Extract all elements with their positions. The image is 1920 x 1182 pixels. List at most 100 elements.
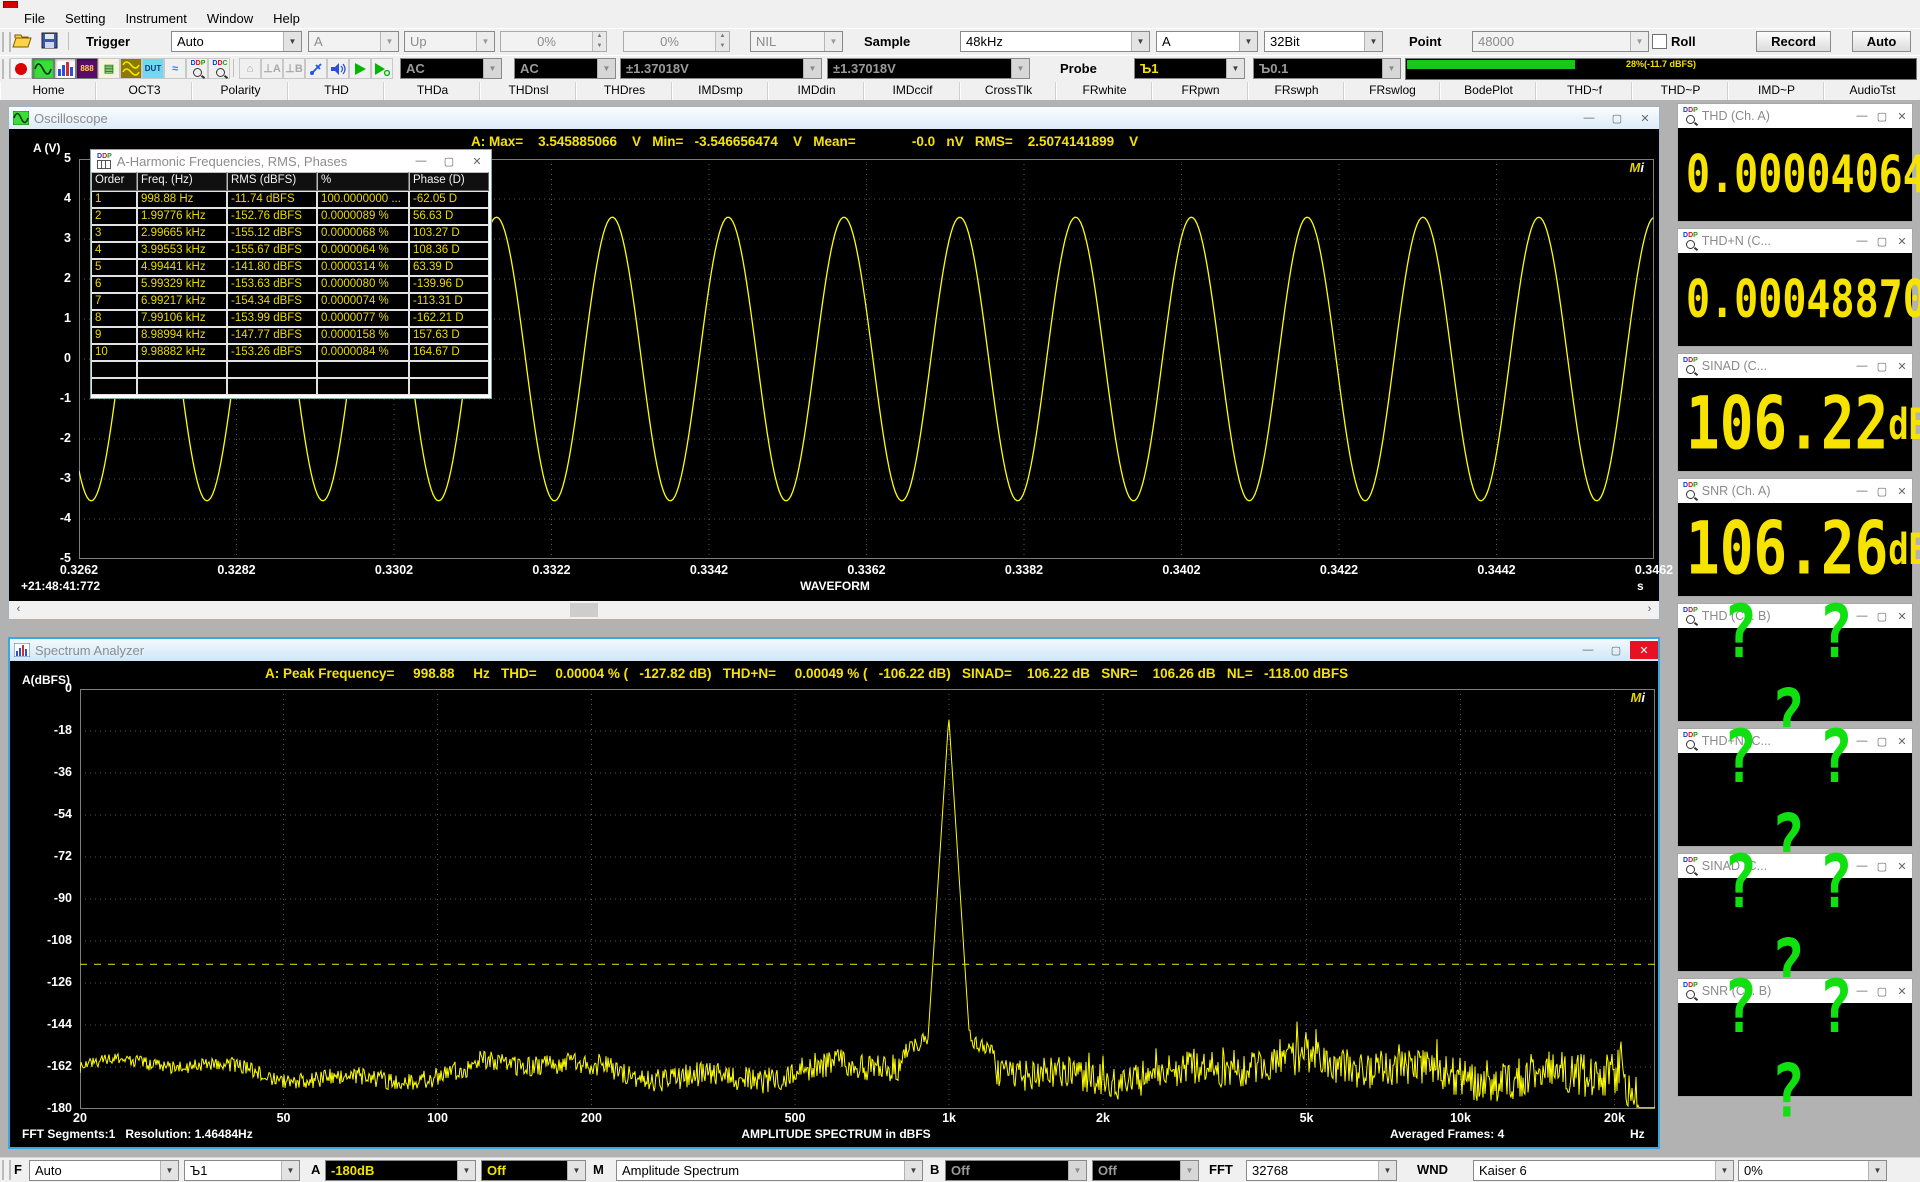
tab-thd-p[interactable]: THD~P bbox=[1632, 82, 1728, 100]
auto-button[interactable]: Auto bbox=[1852, 31, 1911, 52]
maximize-icon[interactable]: ▢ bbox=[1872, 107, 1892, 125]
column-header[interactable]: Order bbox=[91, 172, 137, 191]
close-icon[interactable]: ✕ bbox=[1631, 109, 1659, 127]
table-row[interactable]: 32.99665 kHz-155.12 dBFS0.0000068 %103.2… bbox=[91, 225, 491, 242]
trigger-edge-select[interactable]: Up▼ bbox=[404, 31, 495, 52]
tab-thd-f[interactable]: THD~f bbox=[1536, 82, 1632, 100]
harmonic-titlebar[interactable]: DDP A-Harmonic Frequencies, RMS, Phases … bbox=[91, 150, 491, 172]
tab-thdres[interactable]: THDres bbox=[576, 82, 672, 100]
overlap-select[interactable]: 0%▼ bbox=[1738, 1160, 1887, 1181]
b-mode-select[interactable]: Off▼ bbox=[1092, 1160, 1199, 1181]
probe-calibration-icon[interactable] bbox=[305, 58, 327, 79]
table-row[interactable]: 21.99776 kHz-152.76 dBFS0.0000089 %56.63… bbox=[91, 208, 491, 225]
ddc-icon[interactable]: DDC bbox=[208, 58, 230, 79]
dropdown-arrow-icon[interactable]: ▼ bbox=[1131, 32, 1149, 51]
tab-polarity[interactable]: Polarity bbox=[192, 82, 288, 100]
run-loop-icon[interactable] bbox=[371, 58, 393, 79]
close-icon[interactable]: ✕ bbox=[1630, 641, 1658, 659]
freq-mode-select[interactable]: Auto▼ bbox=[29, 1160, 179, 1181]
dropdown-arrow-icon[interactable]: ▼ bbox=[904, 1161, 922, 1180]
minimize-icon[interactable]: — bbox=[1575, 109, 1603, 127]
table-row[interactable] bbox=[91, 378, 491, 395]
tab-imddin[interactable]: IMDdin bbox=[768, 82, 864, 100]
dropdown-arrow-icon[interactable]: ▼ bbox=[160, 1161, 178, 1180]
multimeter-icon[interactable]: 888 bbox=[76, 58, 98, 79]
toolbar-grip[interactable] bbox=[2, 1160, 11, 1180]
maximize-icon[interactable]: ▢ bbox=[435, 152, 463, 170]
toolbar-grip[interactable] bbox=[2, 32, 11, 52]
device-test-plan-icon[interactable]: DUT bbox=[142, 58, 164, 79]
record-button[interactable]: Record bbox=[1756, 31, 1831, 52]
scroll-right-icon[interactable]: › bbox=[1641, 602, 1658, 618]
scroll-left-icon[interactable]: ‹ bbox=[10, 602, 27, 618]
open-file-icon[interactable] bbox=[12, 32, 34, 50]
probe-a-select[interactable]: Ъ1▼ bbox=[1134, 58, 1245, 79]
save-file-icon[interactable] bbox=[40, 32, 60, 50]
minimize-icon[interactable]: — bbox=[407, 152, 435, 170]
dropdown-arrow-icon[interactable]: ▼ bbox=[1364, 32, 1382, 51]
tab-oct3[interactable]: OCT3 bbox=[96, 82, 192, 100]
table-row[interactable] bbox=[91, 361, 491, 378]
menu-item-help[interactable]: Help bbox=[263, 9, 310, 28]
freq-probe-select[interactable]: Ъ1▼ bbox=[184, 1160, 300, 1181]
sample-rate-select[interactable]: 48kHz▼ bbox=[960, 31, 1150, 52]
menu-item-file[interactable]: File bbox=[14, 9, 55, 28]
close-icon[interactable]: ✕ bbox=[463, 152, 491, 170]
close-icon[interactable]: ✕ bbox=[1892, 107, 1912, 125]
range-b-select[interactable]: ±1.37018V▼ bbox=[827, 58, 1030, 79]
table-row[interactable]: 109.98882 kHz-153.26 dBFS0.0000084 %164.… bbox=[91, 344, 491, 361]
sample-channel-select[interactable]: A▼ bbox=[1156, 31, 1258, 52]
column-header[interactable]: % bbox=[317, 172, 409, 191]
column-header[interactable]: Freq. (Hz) bbox=[137, 172, 227, 191]
trigger-level-spinner[interactable]: 0%▲▼ bbox=[500, 31, 607, 52]
table-row[interactable]: 98.98994 kHz-147.77 dBFS0.0000158 %157.6… bbox=[91, 327, 491, 344]
maximize-icon[interactable]: ▢ bbox=[1872, 357, 1892, 375]
meter-titlebar[interactable]: DDPTHD (Ch. A)—▢✕ bbox=[1678, 104, 1912, 128]
spectrum-analyzer-icon[interactable] bbox=[54, 58, 76, 79]
tab-imdsmp[interactable]: IMDsmp bbox=[672, 82, 768, 100]
trigger-delay-spinner[interactable]: 0%▲▼ bbox=[623, 31, 730, 52]
trigger-source-select[interactable]: A▼ bbox=[308, 31, 399, 52]
table-row[interactable]: 54.99441 kHz-141.80 dBFS0.0000314 %63.39… bbox=[91, 259, 491, 276]
trigger-hpf-select[interactable]: NIL▼ bbox=[750, 31, 843, 52]
table-row[interactable]: 1998.88 Hz-11.74 dBFS100.0000000 ...-62.… bbox=[91, 191, 491, 208]
oscilloscope-icon[interactable] bbox=[32, 58, 54, 79]
table-row[interactable]: 87.99106 kHz-153.99 dBFS0.0000077 %-162.… bbox=[91, 310, 491, 327]
table-row[interactable]: 76.99217 kHz-154.34 dBFS0.0000074 %-113.… bbox=[91, 293, 491, 310]
minimize-icon[interactable]: — bbox=[1852, 107, 1872, 125]
probe-b-select[interactable]: Ъ0.1▼ bbox=[1253, 58, 1401, 79]
points-select[interactable]: 48000▼ bbox=[1472, 31, 1649, 52]
menu-item-window[interactable]: Window bbox=[197, 9, 263, 28]
roll-checkbox[interactable]: Roll bbox=[1652, 34, 1696, 49]
sound-device-icon[interactable] bbox=[327, 58, 349, 79]
maximize-icon[interactable]: ▢ bbox=[1872, 482, 1892, 500]
trigger-mode-select[interactable]: Auto▼ bbox=[171, 31, 302, 52]
meter-titlebar[interactable]: DDPSINAD (C...—▢✕ bbox=[1678, 354, 1912, 378]
tab-thda[interactable]: THDa bbox=[384, 82, 480, 100]
bit-depth-select[interactable]: 32Bit▼ bbox=[1264, 31, 1383, 52]
minimize-icon[interactable]: — bbox=[1852, 232, 1872, 250]
run-icon[interactable] bbox=[349, 58, 371, 79]
signal-generator-icon[interactable] bbox=[120, 58, 142, 79]
minimize-icon[interactable]: — bbox=[1852, 357, 1872, 375]
spectrum-titlebar[interactable]: Spectrum Analyzer — ▢ ✕ bbox=[10, 639, 1658, 661]
tab-frswph[interactable]: FRswph bbox=[1248, 82, 1344, 100]
maximize-icon[interactable]: ▢ bbox=[1872, 232, 1892, 250]
maximize-icon[interactable]: ▢ bbox=[1602, 641, 1630, 659]
close-icon[interactable]: ✕ bbox=[1892, 357, 1912, 375]
table-row[interactable]: 43.99553 kHz-155.67 dBFS0.0000064 %108.3… bbox=[91, 242, 491, 259]
minimize-icon[interactable]: — bbox=[1852, 482, 1872, 500]
menu-item-setting[interactable]: Setting bbox=[55, 9, 115, 28]
tab-frswlog[interactable]: FRswlog bbox=[1344, 82, 1440, 100]
table-row[interactable]: 65.99329 kHz-153.63 dBFS0.0000080 %-139.… bbox=[91, 276, 491, 293]
dropdown-arrow-icon[interactable]: ▼ bbox=[1226, 59, 1244, 78]
tab-audiotst[interactable]: AudioTst bbox=[1824, 82, 1920, 100]
view-mode-select[interactable]: Amplitude Spectrum▼ bbox=[616, 1160, 923, 1181]
checkbox-box[interactable] bbox=[1652, 34, 1667, 49]
close-icon[interactable]: ✕ bbox=[1892, 482, 1912, 500]
tab-bodeplot[interactable]: BodePlot bbox=[1440, 82, 1536, 100]
derived-data-icon[interactable]: ≈ bbox=[164, 58, 186, 79]
tab-thdnsl[interactable]: THDnsl bbox=[480, 82, 576, 100]
spin-up-icon[interactable]: ▲ bbox=[716, 32, 729, 42]
dropdown-arrow-icon[interactable]: ▼ bbox=[1868, 1161, 1886, 1180]
